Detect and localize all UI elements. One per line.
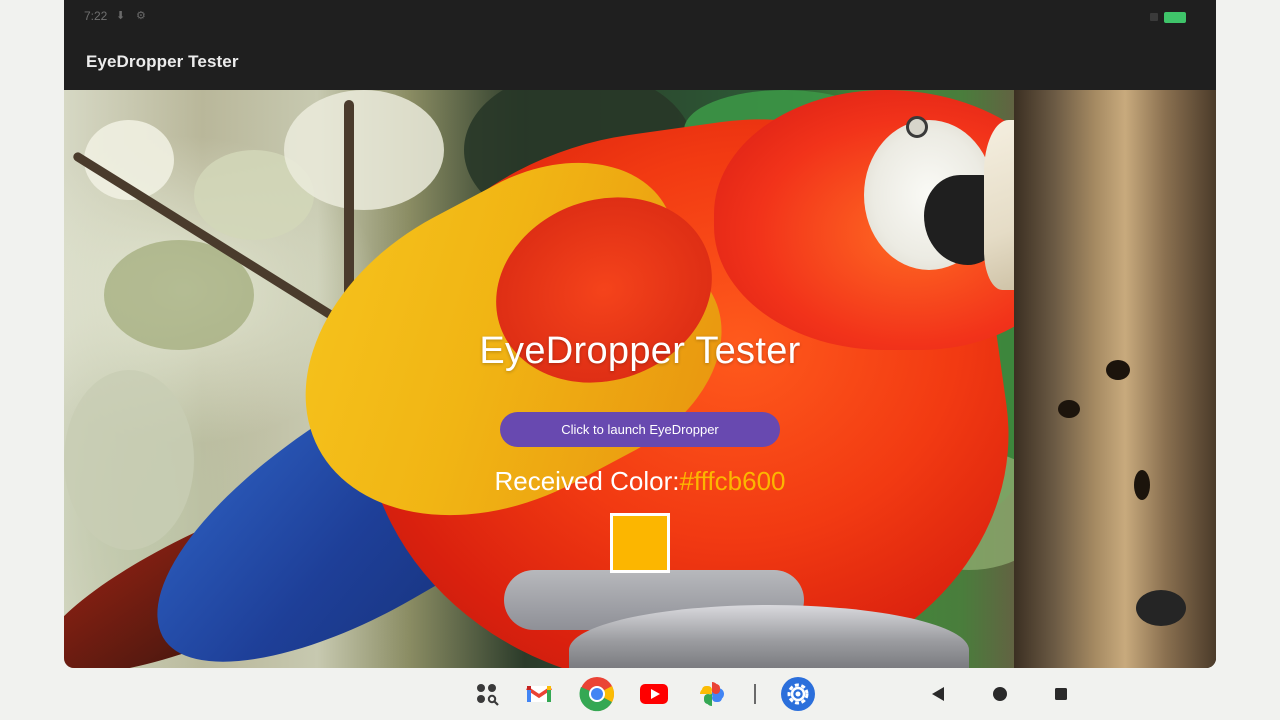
launch-eyedropper-button[interactable]: Click to launch EyeDropper <box>500 412 780 447</box>
chrome-icon[interactable] <box>579 676 615 712</box>
home-icon[interactable] <box>992 686 1008 707</box>
foliage <box>284 90 444 210</box>
settings-icon[interactable] <box>780 676 816 712</box>
background-photo: EyeDropper Tester Click to launch EyeDro… <box>64 90 1216 668</box>
gmail-icon[interactable] <box>523 678 555 710</box>
wooden-post <box>1014 90 1216 668</box>
app-drawer-icon[interactable] <box>471 678 503 710</box>
post-hole <box>1058 400 1080 418</box>
post-bolt <box>1136 590 1186 626</box>
photos-icon[interactable] <box>696 678 728 710</box>
received-color-value: #fffcb600 <box>679 466 786 496</box>
taskbar <box>0 668 1280 720</box>
app-bar: EyeDropper Tester <box>64 34 1216 90</box>
settings-icon: ⚙ <box>136 10 146 22</box>
signal-icon <box>1150 13 1158 21</box>
foliage <box>64 370 194 550</box>
received-color-row: Received Color:#fffcb600 <box>64 466 1216 497</box>
status-time: 7:22 <box>84 9 108 23</box>
color-swatch <box>610 513 670 573</box>
desktop: 7:22 ⬇ ⚙ EyeDropper Tester EyeDropper Te… <box>0 0 1280 720</box>
youtube-icon[interactable] <box>638 678 670 710</box>
received-color-label: Received Color: <box>494 466 680 496</box>
page-title: EyeDropper Tester <box>479 330 801 372</box>
taskbar-divider <box>754 684 756 704</box>
status-bar: 7:22 ⬇ ⚙ <box>64 0 1216 34</box>
download-icon: ⬇ <box>116 10 126 22</box>
parrot-eye <box>906 116 928 138</box>
app-bar-title: EyeDropper Tester <box>86 52 239 71</box>
battery-icon <box>1164 12 1186 23</box>
device-screen: 7:22 ⬇ ⚙ EyeDropper Tester EyeDropper Te… <box>64 0 1216 668</box>
back-icon[interactable] <box>931 686 945 707</box>
recents-icon[interactable] <box>1054 686 1068 707</box>
